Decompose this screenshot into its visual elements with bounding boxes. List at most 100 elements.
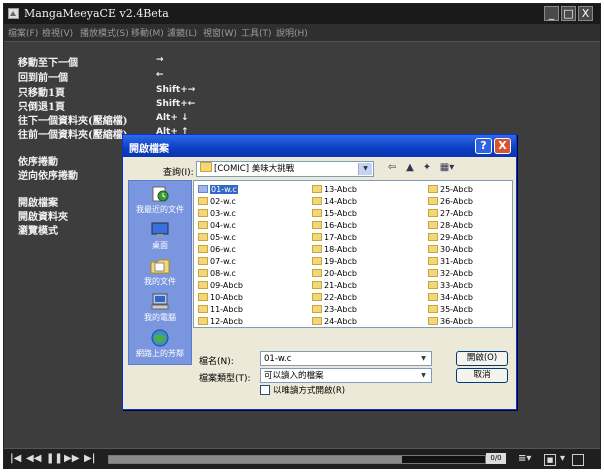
help-key: 瀏覽模式	[18, 226, 58, 237]
fullscreen-icon[interactable]	[572, 454, 584, 466]
list-item[interactable]: 23-Abcb	[312, 304, 357, 315]
list-item[interactable]: 16-Abcb	[312, 220, 357, 231]
open-button[interactable]: 開啟(O)	[456, 351, 508, 366]
help-button[interactable]: ?	[475, 138, 492, 154]
list-item[interactable]: 20-Abcb	[312, 268, 357, 279]
list-item[interactable]: 33-Abcb	[428, 280, 473, 291]
list-item[interactable]: 03-w.c	[198, 208, 236, 219]
list-item[interactable]: 18-Abcb	[312, 244, 357, 255]
list-item[interactable]: 35-Abcb	[428, 304, 473, 315]
list-item[interactable]: 25-Abcb	[428, 184, 473, 195]
maximize-button[interactable]: □	[561, 6, 576, 21]
place-recent[interactable]: 我最近的文件	[129, 185, 191, 215]
menu-playmode[interactable]: 播放模式(S)	[80, 26, 129, 39]
list-item[interactable]: 15-Abcb	[312, 208, 357, 219]
list-item[interactable]: 31-Abcb	[428, 256, 473, 267]
place-my-documents[interactable]: 我的文件	[129, 257, 191, 287]
menu-window[interactable]: 視窗(W)	[203, 26, 237, 39]
menu-filter[interactable]: 濾鏡(L)	[167, 26, 197, 39]
list-item[interactable]: 22-Abcb	[312, 292, 357, 303]
help-key: 回到前一個	[18, 73, 68, 84]
first-page-icon[interactable]: |◀	[10, 453, 21, 464]
dialog-close-button[interactable]: X	[494, 138, 511, 154]
folder-icon	[428, 185, 438, 193]
list-item[interactable]: 12-Abcb	[198, 316, 243, 327]
lookin-select[interactable]: [COMIC] 美味大挑戰 ▼	[196, 161, 374, 177]
list-item[interactable]: 30-Abcb	[428, 244, 473, 255]
file-list[interactable]: 01-w.c 02-w.c 03-w.c 04-w.c 05-w.c 06-w.…	[193, 180, 513, 328]
menu-view[interactable]: 檢視(V)	[42, 26, 73, 39]
prev-icon[interactable]: ◀◀	[26, 453, 41, 464]
folder-icon	[198, 185, 208, 193]
view-menu-icon[interactable]: ▦▾	[437, 161, 457, 175]
list-item[interactable]: 06-w.c	[198, 244, 236, 255]
list-item[interactable]: 04-w.c	[198, 220, 236, 231]
list-item[interactable]: 14-Abcb	[312, 196, 357, 207]
list-item[interactable]: 36-Abcb	[428, 316, 473, 327]
place-my-computer[interactable]: 我的電腦	[129, 293, 191, 323]
back-icon[interactable]: ⇦	[385, 161, 399, 175]
page-indicator: 0/0	[486, 453, 506, 464]
list-item[interactable]: 19-Abcb	[312, 256, 357, 267]
new-folder-icon[interactable]: ✦	[420, 161, 434, 175]
filename-field[interactable]: 01-w.c ▼	[260, 351, 432, 366]
folder-icon	[312, 257, 322, 265]
list-item[interactable]: 28-Abcb	[428, 220, 473, 231]
minimize-button[interactable]: _	[544, 6, 559, 21]
help-key: 逆向依序捲動	[18, 171, 78, 182]
list-item[interactable]: 07-w.c	[198, 256, 236, 267]
list-item[interactable]: 21-Abcb	[312, 280, 357, 291]
place-network[interactable]: 網路上的芳鄰	[129, 329, 191, 359]
page-progress-slider[interactable]	[108, 455, 486, 464]
readonly-checkbox[interactable]	[260, 385, 270, 395]
menu-help[interactable]: 說明(H)	[276, 26, 308, 39]
close-button[interactable]: X	[578, 6, 593, 21]
list-item[interactable]: 10-Abcb	[198, 292, 243, 303]
my-computer-icon	[151, 293, 169, 310]
list-item[interactable]: 11-Abcb	[198, 304, 243, 315]
folder-icon	[312, 233, 322, 241]
folder-icon	[428, 209, 438, 217]
last-page-icon[interactable]: ▶|	[84, 453, 95, 464]
list-item[interactable]: 29-Abcb	[428, 232, 473, 243]
folder-icon	[312, 305, 322, 313]
list-item[interactable]: 09-Abcb	[198, 280, 243, 291]
help-key: 往下一個資料夾(壓縮檔)	[18, 116, 128, 127]
filetype-value: 可以讀入的檔案	[264, 371, 324, 381]
help-value: Alt+ ↓	[156, 113, 189, 123]
fit-icon[interactable]: ■	[544, 454, 556, 466]
list-item[interactable]: 26-Abcb	[428, 196, 473, 207]
menu-move[interactable]: 移動(M)	[131, 26, 164, 39]
pause-icon[interactable]: ❚❚	[46, 453, 63, 464]
menu-tools[interactable]: 工具(T)	[241, 26, 272, 39]
folder-icon	[428, 197, 438, 205]
status-bar: |◀ ◀◀ ❚❚ ▶▶ ▶| 0/0 ≡▾ ■ ▾	[4, 448, 600, 469]
up-folder-icon[interactable]: ▲	[403, 161, 417, 175]
folder-icon	[312, 197, 322, 205]
list-item[interactable]: 08-w.c	[198, 268, 236, 279]
list-item[interactable]: 13-Abcb	[312, 184, 357, 195]
list-item[interactable]: 34-Abcb	[428, 292, 473, 303]
list-item[interactable]: 05-w.c	[198, 232, 236, 243]
cancel-button[interactable]: 取消	[456, 368, 508, 383]
folder-icon	[312, 221, 322, 229]
list-item[interactable]: 24-Abcb	[312, 316, 357, 327]
filetype-select[interactable]: 可以讀入的檔案 ▼	[260, 368, 432, 383]
folder-icon	[428, 281, 438, 289]
help-value: →	[156, 55, 164, 65]
list-item[interactable]: 01-w.c	[198, 184, 238, 195]
options-icon[interactable]: ▾	[560, 453, 565, 464]
list-item[interactable]: 27-Abcb	[428, 208, 473, 219]
zoom-icon[interactable]: ≡▾	[518, 453, 531, 464]
place-desktop[interactable]: 桌面	[129, 221, 191, 251]
folder-icon	[198, 257, 208, 265]
menu-file[interactable]: 檔案(F)	[8, 26, 38, 39]
folder-icon	[312, 209, 322, 217]
list-item[interactable]: 02-w.c	[198, 196, 236, 207]
list-item[interactable]: 17-Abcb	[312, 232, 357, 243]
list-item[interactable]: 32-Abcb	[428, 268, 473, 279]
network-places-icon	[151, 329, 169, 347]
help-key: 只移動1頁	[18, 88, 65, 99]
filename-label: 檔名(N):	[199, 357, 234, 367]
next-icon[interactable]: ▶▶	[64, 453, 79, 464]
